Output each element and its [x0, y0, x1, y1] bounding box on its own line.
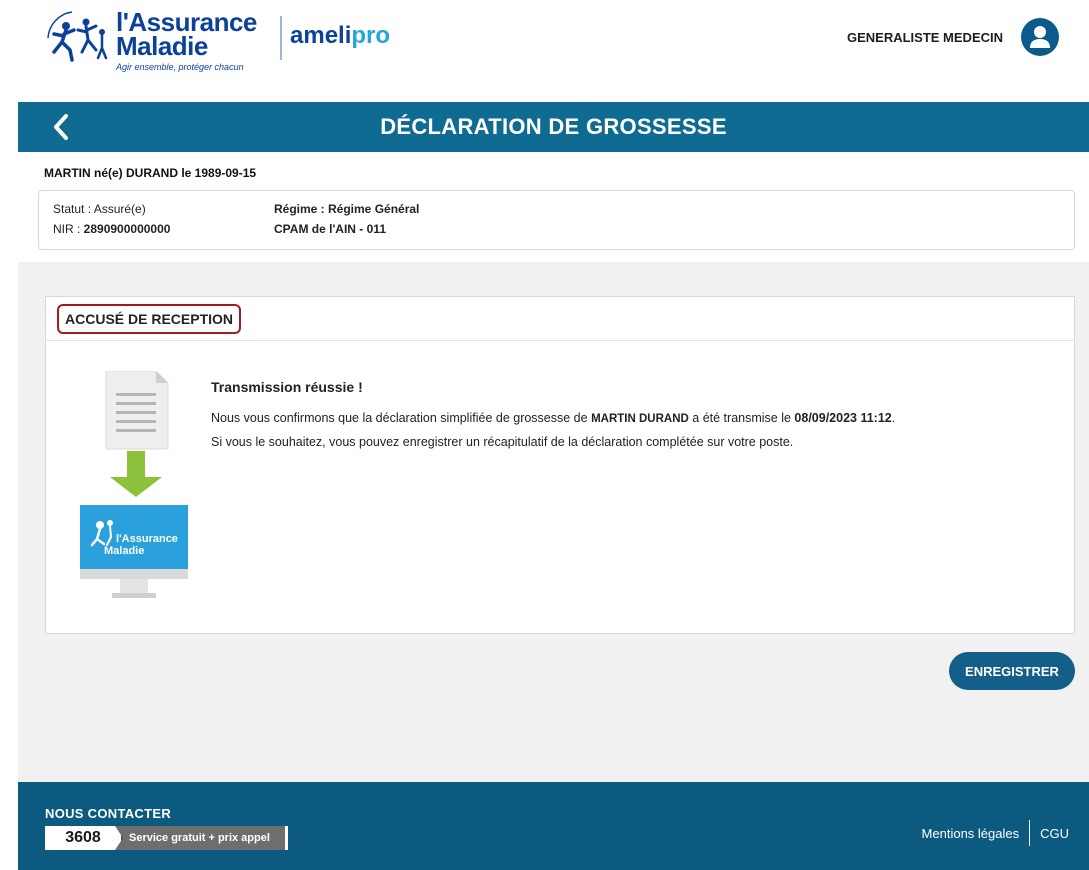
- patient-fullname: MARTIN DURAND: [591, 413, 689, 425]
- message-part1: Nous vous confirmons que la déclaration …: [211, 411, 592, 425]
- title-bar: DÉCLARATION DE GROSSESSE: [18, 102, 1089, 152]
- footer-link-divider: [1029, 820, 1031, 846]
- cgu-link[interactable]: CGU: [1040, 826, 1069, 841]
- arrow-down-icon: [110, 451, 162, 497]
- nir-value: 2890900000000: [83, 222, 171, 236]
- contact-title: NOUS CONTACTER: [45, 806, 172, 821]
- receipt-card-header: ACCUSÉ DE RECEPTION: [46, 297, 1074, 341]
- user-role-label: GENERALISTE MEDECIN: [846, 30, 1003, 45]
- nir-label: NIR :: [53, 222, 84, 236]
- message-part2: a été transmise le: [688, 411, 795, 425]
- save-button[interactable]: ENREGISTRER: [949, 652, 1075, 690]
- amelipro-logo: amelipro: [290, 22, 390, 50]
- receipt-section-title: ACCUSÉ DE RECEPTION: [57, 304, 242, 334]
- confirmation-message: Nous vous confirmons que la déclaration …: [211, 411, 895, 425]
- phone-box-edge: [285, 826, 288, 850]
- legal-notice-link[interactable]: Mentions légales: [922, 826, 1020, 841]
- message-part3: .: [891, 411, 896, 425]
- patient-info-card: Statut : Assuré(e) NIR : 2890900000000 R…: [38, 190, 1075, 250]
- transmission-datetime: 08/09/2023 11:12: [794, 411, 892, 425]
- user-avatar-button[interactable]: [1021, 18, 1059, 56]
- patient-regime: Régime : Régime Général: [274, 202, 420, 216]
- brand-logo-line2: Maladie: [116, 31, 208, 61]
- brand-tagline: Agir ensemble, protéger chacun: [116, 62, 244, 72]
- receipt-card: ACCUSÉ DE RECEPTION l'Assurance Maladie …: [45, 296, 1075, 634]
- phone-service-info: Service gratuit + prix appel: [115, 826, 287, 850]
- illustration-logo-line2: Maladie: [104, 545, 144, 557]
- phone-contact[interactable]: 3608 Service gratuit + prix appel: [45, 826, 288, 850]
- illustration-logo-line1: l'Assurance: [116, 533, 178, 545]
- patient-nir: NIR : 2890900000000: [53, 222, 170, 236]
- logo-divider: [280, 16, 282, 60]
- success-title: Transmission réussie !: [211, 379, 363, 395]
- phone-number: 3608: [45, 826, 121, 850]
- page-title: DÉCLARATION DE GROSSESSE: [380, 114, 727, 139]
- document-icon: [105, 371, 169, 450]
- footer: NOUS CONTACTER 3608 Service gratuit + pr…: [18, 782, 1089, 870]
- monitor-icon: l'Assurance Maladie: [80, 505, 188, 598]
- assurance-maladie-logo-icon: [47, 11, 108, 62]
- app-name-prefix: ameli: [290, 22, 352, 49]
- main-content: ACCUSÉ DE RECEPTION l'Assurance Maladie …: [18, 262, 1089, 782]
- patient-identity: MARTIN né(e) DURAND le 1989-09-15: [44, 166, 257, 180]
- footer-links: Mentions légales CGU: [922, 820, 1069, 846]
- save-hint-message: Si vous le souhaitez, vous pouvez enregi…: [211, 435, 794, 449]
- document-to-computer-illustration: l'Assurance Maladie: [80, 371, 188, 598]
- brand-logo-text: l'Assurance Maladie: [116, 9, 257, 61]
- top-header: l'Assurance Maladie Agir ensemble, proté…: [0, 0, 1089, 100]
- patient-band: MARTIN né(e) DURAND le 1989-09-15 Statut…: [18, 152, 1089, 262]
- user-avatar-icon: [1030, 26, 1050, 48]
- patient-status: Statut : Assuré(e): [53, 202, 146, 216]
- patient-cpam: CPAM de l'AIN - 011: [274, 222, 386, 236]
- app-name-suffix: pro: [351, 22, 391, 49]
